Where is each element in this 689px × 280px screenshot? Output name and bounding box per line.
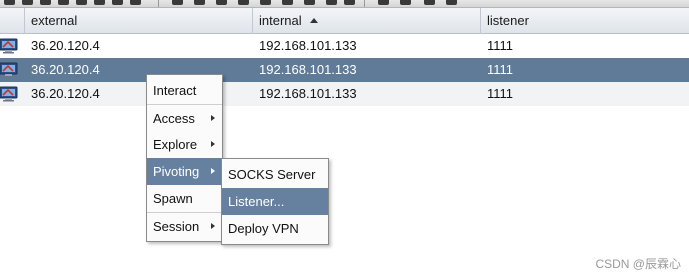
toolbar-button-icon[interactable] [172,0,183,5]
toolbar-button-icon[interactable] [282,0,293,5]
column-header-internal[interactable]: internal [253,8,481,34]
toolbar-button-icon[interactable] [194,0,205,5]
toolbar-button-icon[interactable] [216,0,227,5]
computer-host-icon [0,62,18,78]
toolbar-button-icon[interactable] [76,0,87,5]
external-ip-cell: 36.20.120.4 [31,38,100,53]
menu-item-pivoting-label: Pivoting [153,164,200,179]
toolbar-separator [364,0,365,7]
column-header-icon[interactable] [0,8,25,34]
submenu-item-deploy-vpn[interactable]: Deploy VPN [222,215,328,242]
context-menu: Interact Access Explore Pivoting Spawn S… [146,74,223,242]
chevron-right-icon [211,223,215,229]
column-header-internal-label: internal [259,13,302,28]
toolbar-button-icon[interactable] [130,0,141,5]
toolbar-button-icon[interactable] [260,0,271,5]
toolbar-button-icon[interactable] [326,0,337,5]
computer-host-icon [0,86,18,102]
chevron-right-icon [211,141,215,147]
menu-item-interact[interactable]: Interact [147,77,222,104]
chevron-right-icon [211,115,215,121]
listener-cell: 1111 [487,86,514,101]
toolbar-button-icon[interactable] [112,0,123,5]
toolbar-button-icon[interactable] [424,0,435,5]
computer-host-icon [0,38,18,54]
menu-item-explore-label: Explore [153,137,198,152]
toolbar [0,0,689,8]
internal-ip-cell: 192.168.101.133 [259,38,357,53]
pivoting-submenu: SOCKS Server Listener... Deploy VPN [221,158,329,245]
toolbar-button-icon[interactable] [238,0,249,5]
chevron-right-icon [211,168,215,174]
menu-item-spawn[interactable]: Spawn [147,185,222,212]
menu-item-access[interactable]: Access [147,104,222,131]
menu-item-explore[interactable]: Explore [147,131,222,158]
internal-ip-cell: 192.168.101.133 [259,62,357,77]
external-ip-cell: 36.20.120.4 [31,62,100,77]
menu-item-pivoting[interactable]: Pivoting [147,158,222,185]
toolbar-button-icon[interactable] [40,0,51,5]
toolbar-button-icon[interactable] [400,0,411,5]
toolbar-button-icon[interactable] [344,0,355,5]
toolbar-button-icon[interactable] [58,0,69,5]
table-header: external internal listener [0,8,689,34]
column-header-external[interactable]: external [25,8,253,34]
toolbar-button-icon[interactable] [22,0,33,5]
watermark: CSDN @辰霖心 [595,257,681,271]
toolbar-separator [158,0,159,7]
sort-ascending-icon [309,18,318,23]
table-row[interactable]: 36.20.120.4 192.168.101.133 1111 [0,82,689,106]
table-row-selected[interactable]: 36.20.120.4 192.168.101.133 1111 [0,58,689,82]
menu-item-session-label: Session [153,219,200,234]
toolbar-button-icon[interactable] [378,0,389,5]
toolbar-button-icon[interactable] [304,0,315,5]
toolbar-button-icon[interactable] [94,0,105,5]
listener-cell: 1111 [487,38,514,53]
external-ip-cell: 36.20.120.4 [31,86,100,101]
menu-item-session[interactable]: Session [147,212,222,239]
toolbar-button-icon[interactable] [4,0,15,5]
listener-cell: 1111 [487,62,514,77]
column-header-listener[interactable]: listener [481,8,689,34]
internal-ip-cell: 192.168.101.133 [259,86,357,101]
menu-item-access-label: Access [153,111,195,126]
table-row[interactable]: 36.20.120.4 192.168.101.133 1111 [0,34,689,58]
toolbar-button-icon[interactable] [446,0,457,5]
submenu-item-socks-server[interactable]: SOCKS Server [222,161,328,188]
submenu-item-listener[interactable]: Listener... [222,188,328,215]
